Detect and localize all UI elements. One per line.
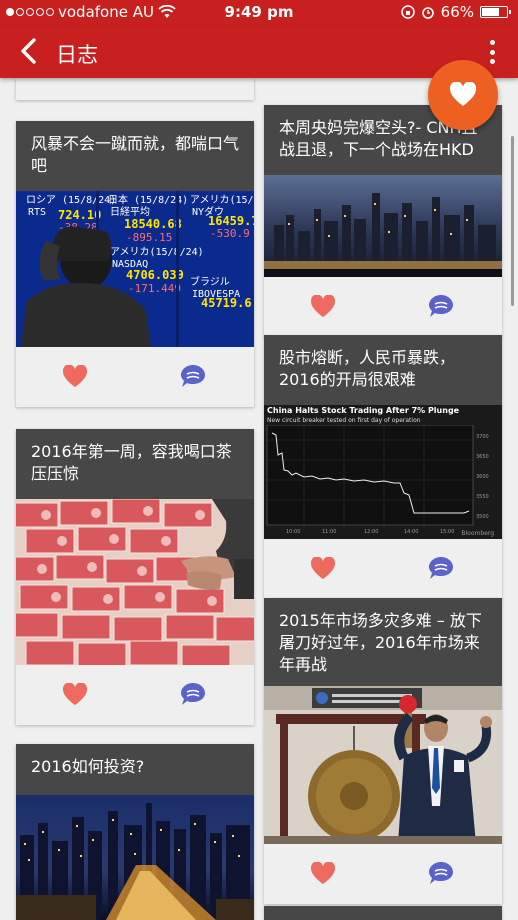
card-actions	[264, 277, 502, 337]
article-card[interactable]: 本周央妈完爆空头?- CNH且战且退，下一个战场在HKD	[264, 105, 502, 337]
like-heart-icon[interactable]	[310, 557, 336, 581]
like-heart-icon[interactable]	[62, 365, 88, 389]
svg-text:-895.15: -895.15	[126, 231, 172, 244]
chart-headline: China Halts Stock Trading After 7% Plung…	[267, 406, 460, 415]
svg-text:3600: 3600	[476, 474, 489, 480]
card-partial	[16, 78, 254, 100]
article-card[interactable]: 股市熔断，人民币暴跌，2016的开局很艰难 China Halts Stock …	[264, 335, 502, 599]
svg-text:IBOVESPA: IBOVESPA	[192, 289, 240, 300]
card-image[interactable]	[264, 686, 502, 844]
svg-text:3550: 3550	[476, 494, 489, 500]
comment-bubble-icon[interactable]	[179, 681, 207, 707]
card-partial	[264, 906, 502, 920]
card-actions	[16, 347, 254, 407]
alarm-icon	[421, 7, 434, 19]
card-image[interactable]	[264, 175, 502, 277]
svg-text:RTS: RTS	[28, 207, 46, 218]
svg-text:18540.68: 18540.68	[124, 217, 182, 231]
article-card[interactable]: 2015年市场多灾多难 – 放下屠刀好过年，2016年市场来年再战	[264, 598, 502, 904]
article-card[interactable]: 2016如何投资?	[16, 744, 254, 920]
favorite-fab[interactable]	[428, 60, 498, 130]
card-image[interactable]: ロシア (15/8/24) 日本 (15/8/24) アメリカ(15/8/24)…	[16, 191, 254, 347]
comment-bubble-icon[interactable]	[427, 555, 455, 581]
card-actions	[16, 665, 254, 725]
svg-text:-530.9: -530.9	[210, 227, 250, 240]
svg-text:14:00: 14:00	[404, 529, 418, 535]
back-button[interactable]	[14, 36, 44, 66]
svg-text:16459.75: 16459.75	[208, 214, 254, 228]
card-actions	[264, 844, 502, 904]
svg-text:3500: 3500	[476, 514, 489, 520]
rotation-lock-icon	[400, 5, 415, 19]
article-card[interactable]: 风暴不会一蹴而就，都喘口气吧 ロシア (15/8/24) 日本 (15/8/24…	[16, 121, 254, 407]
svg-text:-171.449: -171.449	[128, 282, 181, 295]
card-title: 股市熔断，人民币暴跌，2016的开局很艰难	[264, 335, 502, 405]
article-card[interactable]: 2016年第一周，容我喝口茶压压惊	[16, 429, 254, 725]
card-title: 2015年市场多灾多难 – 放下屠刀好过年，2016年市场来年再战	[264, 598, 502, 686]
svg-text:15:00: 15:00	[440, 529, 454, 535]
svg-text:アメリカ(15/8/24): アメリカ(15/8/24)	[110, 246, 204, 258]
battery-icon	[480, 6, 511, 18]
like-heart-icon[interactable]	[310, 862, 336, 886]
status-bar: vodafone AU 9:49 pm 66%	[0, 0, 518, 26]
comment-bubble-icon[interactable]	[427, 293, 455, 319]
card-title: 2016年第一周，容我喝口茶压压惊	[16, 429, 254, 499]
chart-subhead: New circuit breaker tested on first day …	[267, 417, 421, 424]
card-image[interactable]	[16, 499, 254, 665]
svg-text:10:00: 10:00	[286, 529, 300, 535]
comment-bubble-icon[interactable]	[427, 860, 455, 886]
heart-icon	[449, 82, 477, 106]
svg-text:12:00: 12:00	[364, 529, 378, 535]
svg-text:724.10: 724.10	[58, 208, 101, 222]
card-actions	[264, 539, 502, 599]
card-image[interactable]	[16, 795, 254, 920]
card-title: 风暴不会一蹴而就，都喘口气吧	[16, 121, 254, 191]
svg-text:ブラジル: ブラジル	[190, 275, 230, 288]
svg-text:4706.039: 4706.039	[126, 268, 184, 282]
svg-text:3700: 3700	[476, 434, 489, 440]
svg-text:3650: 3650	[476, 454, 489, 460]
svg-text:11:00: 11:00	[322, 529, 336, 535]
like-heart-icon[interactable]	[310, 295, 336, 319]
chart-source: Bloomberg	[461, 530, 494, 537]
comment-bubble-icon[interactable]	[179, 363, 207, 389]
battery-percent: 66%	[440, 3, 474, 21]
scrollbar[interactable]	[511, 136, 514, 306]
svg-text:NASDAQ: NASDAQ	[112, 259, 148, 270]
page-title: 日志	[56, 43, 98, 67]
card-title: 2016如何投资?	[16, 744, 254, 795]
like-heart-icon[interactable]	[62, 683, 88, 707]
back-arrow-icon	[21, 38, 36, 64]
svg-text:ロシア (15/8/24): ロシア (15/8/24)	[26, 195, 116, 206]
card-image[interactable]: China Halts Stock Trading After 7% Plung…	[264, 405, 502, 539]
svg-text:アメリカ(15/8/24): アメリカ(15/8/24)	[190, 194, 254, 206]
overflow-menu-button[interactable]	[488, 40, 496, 64]
